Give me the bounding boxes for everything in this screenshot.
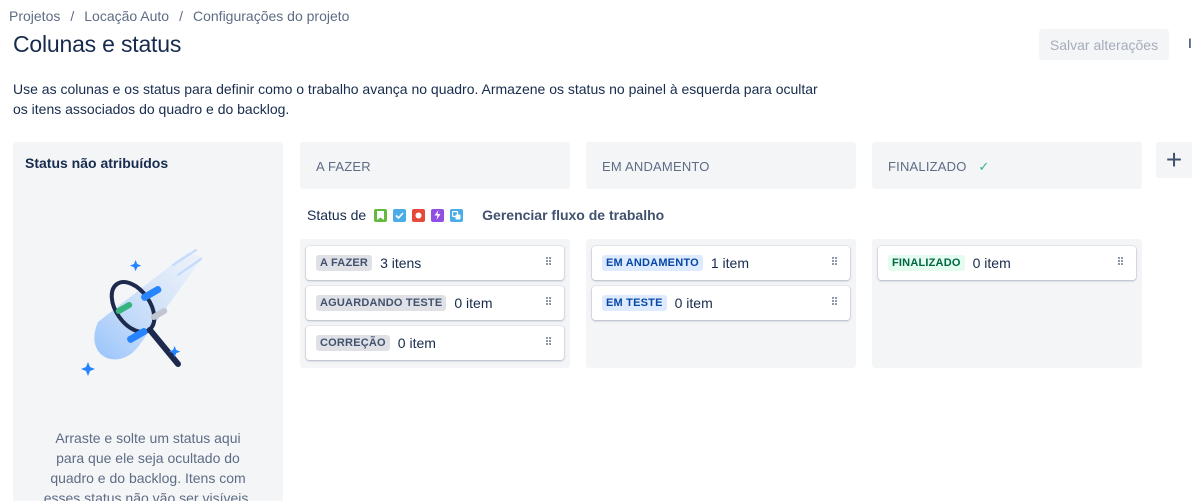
add-column-button[interactable]: + [1156, 142, 1192, 178]
unassigned-statuses-panel[interactable]: Status não atribuídos Arraste e solte um… [13, 142, 283, 501]
workflow-label: Status de [307, 207, 367, 223]
unassigned-panel-hint: Arraste e solte um status aqui para que … [43, 430, 253, 501]
status-lozenge: A FAZER [316, 255, 373, 271]
workflow-row: Status de Gerenciar fluxo de trabalho [307, 207, 664, 223]
page-description: Use as colunas e os status para definir … [13, 81, 818, 117]
status-lozenge: CORREÇÃO [316, 335, 390, 351]
unassigned-panel-title: Status não atribuídos [25, 155, 169, 171]
status-count: 0 item [972, 255, 1011, 271]
status-count: 0 item [454, 295, 493, 311]
status-count: 0 item [674, 295, 713, 311]
status-lozenge: EM TESTE [602, 295, 667, 311]
status-card[interactable]: A FAZER 3 itens [306, 246, 564, 280]
status-card[interactable]: FINALIZADO 0 item [878, 246, 1136, 280]
truncated-button-edge[interactable]: I [1188, 35, 1192, 51]
breadcrumb-separator: / [70, 8, 75, 24]
column-title: FINALIZADO [888, 159, 967, 174]
task-icon [393, 208, 407, 222]
status-count: 1 item [710, 255, 749, 271]
plus-icon: + [1165, 144, 1183, 175]
story-icon [374, 208, 388, 222]
drag-handle-icon[interactable] [1118, 257, 1124, 267]
drag-illustration [81, 249, 203, 376]
subtask-icon [450, 208, 464, 222]
column-header-in-progress[interactable]: EM ANDAMENTO [586, 142, 856, 189]
drag-handle-icon[interactable] [832, 297, 838, 307]
breadcrumb-projects[interactable]: Projetos [9, 8, 60, 24]
column-header-done[interactable]: FINALIZADO ✓ [872, 142, 1142, 189]
drag-handle-icon[interactable] [832, 257, 838, 267]
status-count: 0 item [397, 335, 436, 351]
drag-handle-icon[interactable] [546, 337, 552, 347]
column-title: A FAZER [316, 159, 371, 174]
check-icon: ✓ [978, 159, 990, 174]
save-button[interactable]: Salvar alterações [1039, 29, 1169, 60]
bug-icon [412, 208, 426, 222]
epic-icon [431, 208, 445, 222]
status-card[interactable]: CORREÇÃO 0 item [306, 326, 564, 360]
drag-handle-icon[interactable] [546, 257, 552, 267]
column-header-todo[interactable]: A FAZER [300, 142, 570, 189]
status-lozenge: EM ANDAMENTO [602, 255, 703, 271]
page-title: Colunas e status [13, 31, 182, 57]
breadcrumb: Projetos / Locação Auto / Configurações … [9, 8, 349, 24]
manage-workflow-link[interactable]: Gerenciar fluxo de trabalho [482, 207, 664, 223]
column-title: EM ANDAMENTO [602, 159, 710, 174]
breadcrumb-settings[interactable]: Configurações do projeto [193, 8, 349, 24]
status-card[interactable]: AGUARDANDO TESTE 0 item [306, 286, 564, 320]
column-body-done[interactable]: FINALIZADO 0 item [872, 239, 1142, 368]
status-card[interactable]: EM ANDAMENTO 1 item [592, 246, 850, 280]
status-count: 3 itens [380, 255, 422, 271]
breadcrumb-project[interactable]: Locação Auto [84, 8, 169, 24]
status-lozenge: FINALIZADO [888, 255, 965, 271]
column-body-in-progress[interactable]: EM ANDAMENTO 1 item EM TESTE 0 item [586, 239, 856, 368]
drag-handle-icon[interactable] [546, 297, 552, 307]
status-lozenge: AGUARDANDO TESTE [316, 295, 447, 311]
status-card[interactable]: EM TESTE 0 item [592, 286, 850, 320]
breadcrumb-separator: / [179, 8, 183, 24]
column-body-todo[interactable]: A FAZER 3 itens AGUARDANDO TESTE 0 item … [300, 239, 570, 368]
